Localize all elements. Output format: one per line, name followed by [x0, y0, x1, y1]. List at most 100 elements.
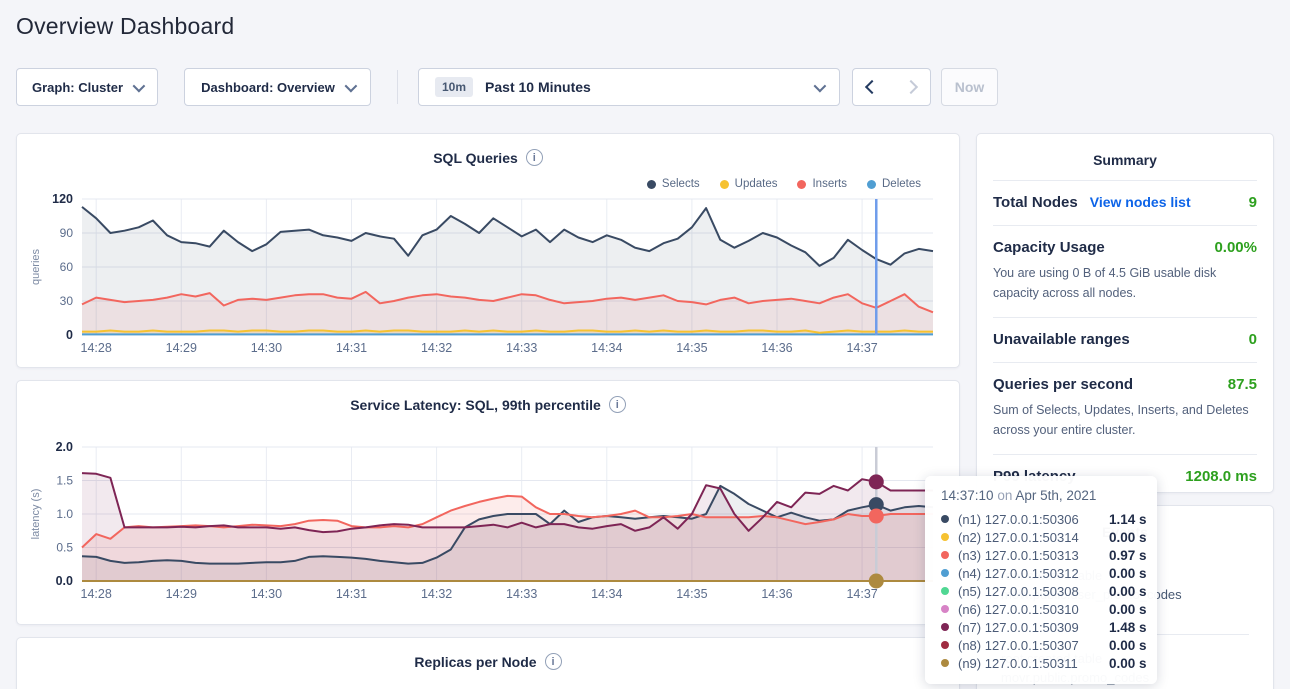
- time-window-selector[interactable]: 10m Past 10 Minutes: [418, 68, 840, 106]
- summary-row-label: Unavailable ranges: [993, 331, 1130, 348]
- node-latency-value: 0.00 s: [1109, 638, 1147, 653]
- graph-scope-dropdown[interactable]: Graph: Cluster: [16, 68, 158, 106]
- node-color-dot: [941, 587, 949, 595]
- chevron-down-icon: [133, 79, 146, 92]
- svg-text:14:34: 14:34: [591, 587, 622, 601]
- svg-text:60: 60: [60, 260, 74, 274]
- svg-text:14:30: 14:30: [251, 587, 282, 601]
- node-address: (n4) 127.0.0.1:50312: [958, 566, 1109, 581]
- svg-text:0: 0: [66, 328, 73, 342]
- tooltip-node-row: (n6) 127.0.0.1:503100.00 s: [941, 600, 1143, 618]
- dashboard-label: Dashboard: Overview: [201, 80, 335, 95]
- replicas-title: Replicas per Node: [414, 654, 536, 670]
- svg-text:queries: queries: [30, 248, 42, 285]
- node-address: (n1) 127.0.0.1:50306: [958, 512, 1109, 527]
- node-color-dot: [941, 623, 949, 631]
- summary-row-value: 0: [1249, 331, 1257, 348]
- node-latency-value: 0.00 s: [1109, 566, 1147, 581]
- tooltip-timestamp: 14:37:10 on Apr 5th, 2021: [941, 488, 1143, 503]
- node-address: (n7) 127.0.0.1:50309: [958, 620, 1109, 635]
- tooltip-node-row: (n8) 127.0.0.1:503070.00 s: [941, 636, 1143, 654]
- service-latency-panel: Service Latency: SQL, 99th percentile i …: [16, 380, 960, 625]
- svg-text:120: 120: [52, 192, 73, 206]
- svg-text:2.0: 2.0: [56, 440, 73, 454]
- node-color-dot: [941, 569, 949, 577]
- summary-row-label: Queries per second: [993, 376, 1133, 393]
- svg-text:14:28: 14:28: [81, 587, 112, 601]
- info-icon[interactable]: i: [545, 653, 562, 670]
- svg-text:14:33: 14:33: [506, 587, 537, 601]
- toolbar-divider: [397, 70, 398, 104]
- node-address: (n9) 127.0.0.1:50311: [958, 656, 1109, 671]
- tooltip-node-row: (n5) 127.0.0.1:503080.00 s: [941, 582, 1143, 600]
- node-color-dot: [941, 533, 949, 541]
- summary-row-value: 9: [1249, 194, 1257, 211]
- summary-row-label: Total Nodes: [993, 194, 1078, 211]
- dashboard-dropdown[interactable]: Dashboard: Overview: [184, 68, 371, 106]
- node-latency-value: 0.97 s: [1109, 548, 1147, 563]
- svg-text:90: 90: [60, 226, 74, 240]
- graph-scope-label: Graph: Cluster: [32, 80, 123, 95]
- svg-text:14:36: 14:36: [761, 587, 792, 601]
- svg-text:14:31: 14:31: [336, 587, 367, 601]
- svg-text:14:35: 14:35: [676, 341, 707, 355]
- node-color-dot: [941, 515, 949, 523]
- summary-row: Unavailable ranges 0: [993, 317, 1257, 362]
- node-latency-value: 0.00 s: [1109, 530, 1147, 545]
- node-latency-value: 0.00 s: [1109, 584, 1147, 599]
- now-button[interactable]: Now: [941, 68, 998, 106]
- summary-row: Total Nodes View nodes list 9: [993, 180, 1257, 225]
- tooltip-node-row: (n7) 127.0.0.1:503091.48 s: [941, 618, 1143, 636]
- summary-row-description: Sum of Selects, Updates, Inserts, and De…: [993, 400, 1257, 440]
- svg-text:14:37: 14:37: [846, 341, 877, 355]
- svg-text:0.5: 0.5: [56, 541, 73, 555]
- chevron-down-icon: [344, 79, 357, 92]
- svg-text:1.0: 1.0: [56, 507, 73, 521]
- svg-text:14:35: 14:35: [676, 587, 707, 601]
- node-address: (n6) 127.0.0.1:50310: [958, 602, 1109, 617]
- svg-text:14:31: 14:31: [336, 341, 367, 355]
- svg-text:14:34: 14:34: [591, 341, 622, 355]
- tooltip-node-row: (n4) 127.0.0.1:503120.00 s: [941, 564, 1143, 582]
- sql-queries-panel: SQL Queries i SelectsUpdatesInsertsDelet…: [16, 133, 960, 368]
- node-address: (n2) 127.0.0.1:50314: [958, 530, 1109, 545]
- time-next-button[interactable]: [891, 68, 931, 106]
- sql-queries-chart[interactable]: 030609012014:2814:2914:3014:3114:3214:33…: [17, 134, 959, 367]
- summary-row: Queries per second 87.5 Sum of Selects, Up…: [993, 362, 1257, 454]
- svg-text:14:29: 14:29: [166, 587, 197, 601]
- page-title: Overview Dashboard: [16, 13, 234, 40]
- summary-panel: Summary Total Nodes View nodes list 9 Capac…: [976, 133, 1274, 493]
- svg-text:1.5: 1.5: [56, 474, 73, 488]
- node-color-dot: [941, 551, 949, 559]
- tooltip-node-row: (n2) 127.0.0.1:503140.00 s: [941, 528, 1143, 546]
- svg-text:14:32: 14:32: [421, 341, 452, 355]
- svg-text:14:32: 14:32: [421, 587, 452, 601]
- node-latency-value: 0.00 s: [1109, 656, 1147, 671]
- service-latency-chart[interactable]: 0.0 0.5 1.0 1.5 2.0 14:28 14:29 14:30 14:31 14:32…: [17, 381, 959, 624]
- svg-text:14:37: 14:37: [846, 587, 877, 601]
- summary-row-value: 87.5: [1228, 376, 1257, 393]
- node-color-dot: [941, 641, 949, 649]
- view-nodes-list-link[interactable]: View nodes list: [1090, 194, 1191, 210]
- replicas-per-node-panel: Replicas per Node i: [16, 637, 960, 689]
- summary-title: Summary: [977, 134, 1273, 180]
- svg-text:14:30: 14:30: [251, 341, 282, 355]
- time-window-label: Past 10 Minutes: [485, 79, 591, 95]
- svg-text:latency (s): latency (s): [30, 489, 42, 540]
- chevron-left-icon: [865, 80, 879, 94]
- chart-hover-tooltip: 14:37:10 on Apr 5th, 2021 (n1) 127.0.0.1…: [925, 476, 1157, 684]
- node-latency-value: 0.00 s: [1109, 602, 1147, 617]
- svg-text:30: 30: [60, 294, 74, 308]
- chevron-down-icon: [814, 79, 827, 92]
- svg-text:14:28: 14:28: [81, 341, 112, 355]
- summary-row: Capacity Usage0.00%You are using 0 B of …: [993, 225, 1257, 317]
- tooltip-node-row: (n1) 127.0.0.1:503061.14 s: [941, 510, 1143, 528]
- svg-text:14:33: 14:33: [506, 341, 537, 355]
- tooltip-node-row: (n3) 127.0.0.1:503130.97 s: [941, 546, 1143, 564]
- summary-row-value: 1208.0 ms: [1185, 468, 1257, 485]
- summary-row-value: 0.00%: [1214, 239, 1257, 256]
- time-prev-button[interactable]: [852, 68, 892, 106]
- tooltip-node-row: (n9) 127.0.0.1:503110.00 s: [941, 654, 1143, 672]
- node-color-dot: [941, 659, 949, 667]
- svg-text:0.0: 0.0: [56, 574, 73, 588]
